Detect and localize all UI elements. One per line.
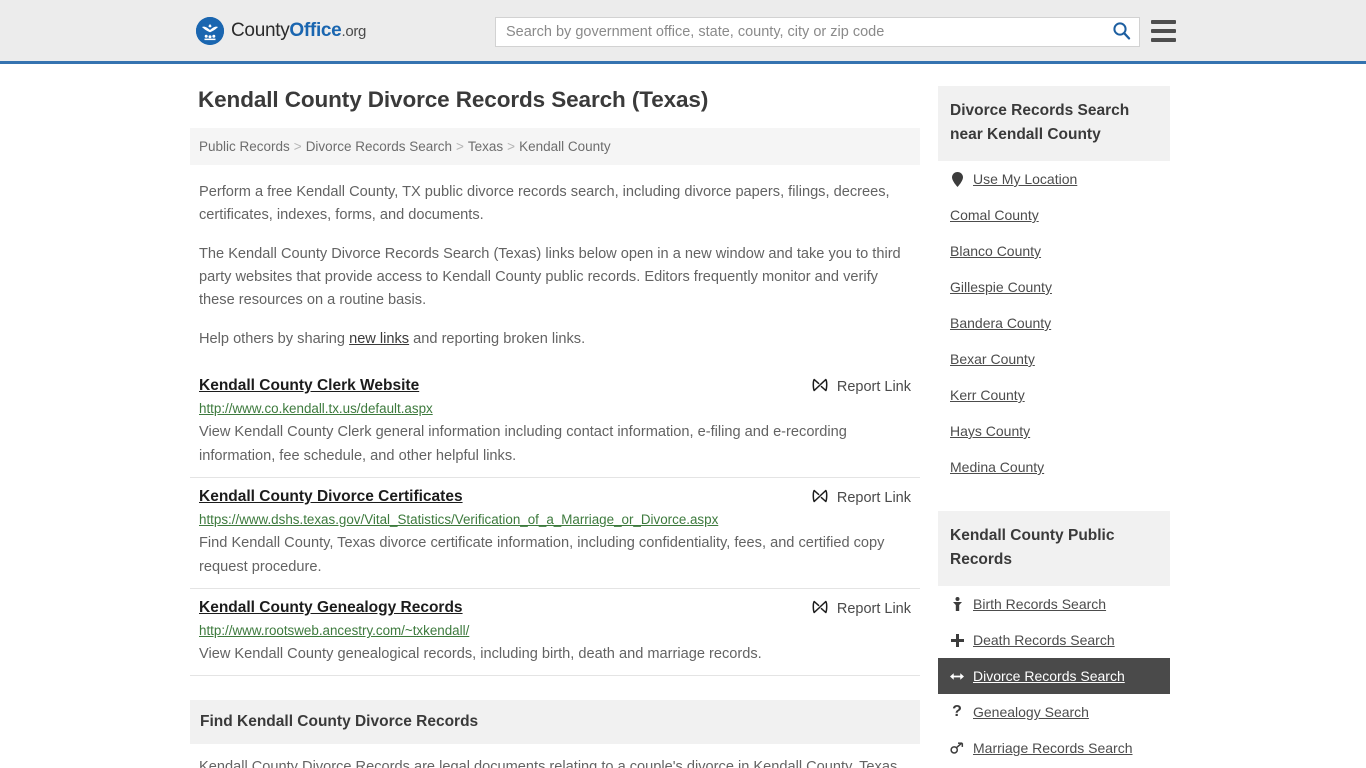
result-title-link[interactable]: Kendall County Clerk Website — [199, 375, 419, 397]
sidebar-item-label: Use My Location — [973, 171, 1078, 187]
result-title-link[interactable]: Kendall County Divorce Certificates — [199, 486, 463, 508]
split-arrows-icon — [950, 671, 964, 682]
result-url[interactable]: http://www.co.kendall.tx.us/default.aspx — [199, 400, 911, 418]
site-logo-text: CountyOffice.org — [231, 20, 366, 42]
sidebar-item-comal-county[interactable]: Comal County — [938, 197, 1170, 233]
share-prefix: Help others by sharing — [199, 331, 350, 347]
sidebar-item-divorce-records-search[interactable]: Divorce Records Search — [938, 658, 1170, 694]
sidebar: Divorce Records Search near Kendall Coun… — [938, 86, 1170, 768]
find-records-body: Kendall County Divorce Records are legal… — [199, 759, 902, 768]
logo-text-office: Office — [289, 19, 342, 41]
sidebar-item-label: Marriage Records Search — [973, 740, 1133, 756]
sidebar-item-label: Bexar County — [950, 351, 1035, 367]
share-paragraph: Help others by sharing new links and rep… — [190, 328, 920, 351]
logo-text-tld: .org — [341, 22, 367, 40]
baby-icon — [950, 597, 964, 611]
sidebar-item-label: Blanco County — [950, 243, 1042, 259]
logo-text-county: County — [231, 19, 290, 41]
result-description: Find Kendall County, Texas divorce certi… — [199, 535, 885, 575]
sidebar-item-marriage-records-search[interactable]: Marriage Records Search — [938, 730, 1170, 766]
hamburger-bar — [1151, 29, 1176, 33]
result-url[interactable]: https://www.dshs.texas.gov/Vital_Statist… — [199, 511, 911, 529]
site-header: CountyOffice.org — [0, 0, 1366, 64]
eagle-seal-logo-icon — [196, 16, 224, 45]
broken-link-icon — [812, 488, 828, 508]
sidebar-item-label: Kerr County — [950, 387, 1025, 403]
sidebar-item-label: Bandera County — [950, 315, 1052, 331]
breadcrumb-separator: > — [456, 139, 464, 154]
intro-paragraph-2: The Kendall County Divorce Records Searc… — [199, 246, 901, 308]
sidebar-item-use-my-location[interactable]: Use My Location — [938, 161, 1170, 197]
result-item: Kendall County Divorce Certificates Repo… — [190, 478, 920, 589]
sidebar-near-list: Use My Location Comal County Blanco Coun… — [938, 161, 1170, 485]
search-input[interactable] — [496, 18, 1103, 46]
report-link-label: Report Link — [836, 601, 911, 617]
sidebar-public-records-block: Kendall County Public Records Birth Reco… — [938, 511, 1170, 766]
sidebar-public-records-list: Birth Records Search Death Records Searc… — [938, 586, 1170, 766]
search-icon — [1112, 21, 1131, 43]
sidebar-item-death-records-search[interactable]: Death Records Search — [938, 622, 1170, 658]
sidebar-item-label: Hays County — [950, 423, 1031, 439]
sidebar-item-label: Genealogy Search — [973, 704, 1089, 720]
question-mark-icon: ? — [952, 703, 962, 720]
result-item: Kendall County Clerk Website Report Link — [190, 367, 920, 478]
sidebar-item-label: Medina County — [950, 459, 1045, 475]
hamburger-bar — [1151, 38, 1176, 42]
sidebar-public-records-heading: Kendall County Public Records — [938, 511, 1170, 586]
page-body: Kendall County Divorce Records Search (T… — [0, 64, 1366, 768]
breadcrumb-separator: > — [507, 139, 516, 154]
share-suffix: and reporting broken links. — [409, 331, 586, 347]
new-links-link[interactable]: new links — [349, 331, 409, 347]
sidebar-item-bexar-county[interactable]: Bexar County — [938, 341, 1170, 377]
sidebar-item-bandera-county[interactable]: Bandera County — [938, 305, 1170, 341]
main-content: Kendall County Divorce Records Search (T… — [190, 86, 920, 768]
report-link-button[interactable]: Report Link — [812, 486, 911, 508]
page-title: Kendall County Divorce Records Search (T… — [198, 87, 709, 112]
cross-icon — [950, 633, 964, 647]
sidebar-item-label: Gillespie County — [950, 279, 1052, 295]
breadcrumb: Public Records > Divorce Records Search > Te… — [190, 128, 920, 165]
search-button[interactable] — [1103, 18, 1139, 46]
map-pin-icon — [950, 171, 964, 187]
sidebar-item-label: Comal County — [950, 207, 1039, 223]
sidebar-near-heading: Divorce Records Search near Kendall Coun… — [938, 86, 1170, 161]
breadcrumb-item-public-records[interactable]: Public Records — [199, 139, 290, 154]
breadcrumb-item-texas[interactable]: Texas — [468, 139, 503, 154]
sidebar-item-hays-county[interactable]: Hays County — [938, 413, 1170, 449]
sidebar-item-kerr-county[interactable]: Kerr County — [938, 377, 1170, 413]
result-description: View Kendall County Clerk general inform… — [199, 424, 847, 464]
sidebar-item-birth-records-search[interactable]: Birth Records Search — [938, 586, 1170, 622]
result-description: View Kendall County genealogical records… — [199, 646, 762, 662]
broken-link-icon — [812, 377, 828, 397]
result-url[interactable]: http://www.rootsweb.ancestry.com/~txkend… — [199, 622, 911, 640]
sidebar-item-blanco-county[interactable]: Blanco County — [938, 233, 1170, 269]
hamburger-bar — [1151, 20, 1176, 24]
intro-paragraph-1: Perform a free Kendall County, TX public… — [199, 184, 890, 223]
breadcrumb-item-divorce-records-search[interactable]: Divorce Records Search — [306, 139, 452, 154]
broken-link-icon — [812, 599, 828, 619]
hamburger-menu-icon[interactable] — [1151, 20, 1176, 42]
result-title-link[interactable]: Kendall County Genealogy Records — [199, 597, 463, 619]
report-link-button[interactable]: Report Link — [812, 597, 911, 619]
sidebar-item-label: Birth Records Search — [973, 596, 1107, 612]
report-link-label: Report Link — [836, 379, 911, 395]
sidebar-item-genealogy-search[interactable]: ? Genealogy Search — [938, 694, 1170, 730]
sidebar-item-gillespie-county[interactable]: Gillespie County — [938, 269, 1170, 305]
breadcrumb-item-kendall-county[interactable]: Kendall County — [519, 139, 611, 154]
report-link-label: Report Link — [836, 490, 911, 506]
intro-text: Perform a free Kendall County, TX public… — [190, 181, 920, 351]
result-item: Kendall County Genealogy Records Report … — [190, 589, 920, 676]
sidebar-item-label: Death Records Search — [973, 632, 1115, 648]
site-logo[interactable]: CountyOffice.org — [196, 16, 366, 45]
search-bar — [495, 17, 1140, 47]
sidebar-item-label: Divorce Records Search — [973, 668, 1125, 684]
gender-symbols-icon — [950, 741, 964, 755]
sidebar-item-medina-county[interactable]: Medina County — [938, 449, 1170, 485]
report-link-button[interactable]: Report Link — [812, 375, 911, 397]
breadcrumb-separator: > — [293, 139, 302, 154]
find-records-heading: Find Kendall County Divorce Records — [190, 700, 920, 744]
